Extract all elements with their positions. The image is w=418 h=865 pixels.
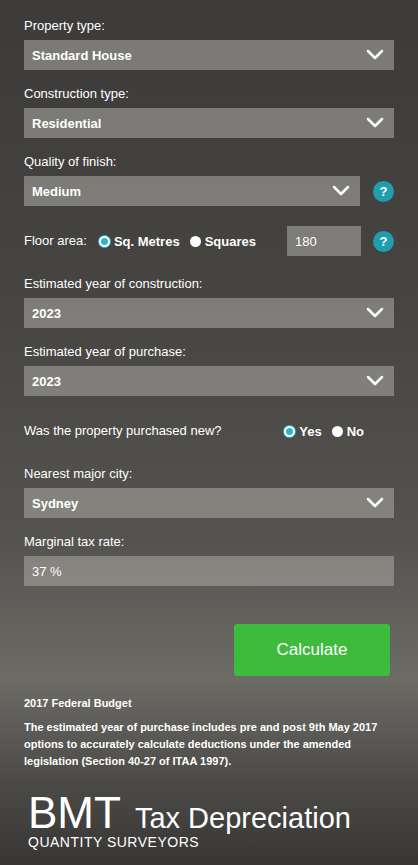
radio-dot[interactable] bbox=[99, 236, 110, 247]
field-label: Quality of finish: bbox=[24, 154, 394, 170]
radio-option[interactable]: Sq. Metres bbox=[99, 234, 180, 249]
field-label: Property type: bbox=[24, 18, 394, 34]
select-box[interactable]: 2023 bbox=[24, 298, 394, 328]
radio-dot[interactable] bbox=[284, 426, 295, 437]
chevron-down-icon bbox=[332, 185, 350, 197]
radio-dot[interactable] bbox=[190, 236, 201, 247]
note-body: The estimated year of purchase includes … bbox=[24, 719, 394, 770]
select-box[interactable]: 2023 bbox=[24, 366, 394, 396]
calculator-panel: Property type: Standard House Construction… bbox=[0, 0, 418, 865]
input-field: Marginal tax rate: 37 % bbox=[24, 534, 394, 586]
note-title: 2017 Federal Budget bbox=[24, 696, 394, 711]
select-field: Construction type: Residential bbox=[24, 86, 394, 138]
budget-note: 2017 Federal Budget The estimated year of… bbox=[24, 696, 394, 770]
select-field: Estimated year of purchase: 2023 bbox=[24, 344, 394, 396]
select-field: Property type: Standard House bbox=[24, 18, 394, 70]
radio-option[interactable]: Squares bbox=[190, 234, 256, 249]
field-label: Marginal tax rate: bbox=[24, 534, 394, 550]
chevron-down-icon bbox=[366, 375, 384, 387]
floor-area-input[interactable]: 180 bbox=[287, 226, 361, 256]
select-field: Nearest major city: Sydney bbox=[24, 466, 394, 518]
help-icon[interactable]: ? bbox=[373, 181, 394, 202]
field-label: Construction type: bbox=[24, 86, 394, 102]
depreciation-form: Property type: Standard House Construction… bbox=[24, 18, 394, 586]
field-label: Was the property purchased new? bbox=[24, 423, 222, 439]
select-box[interactable]: Residential bbox=[24, 108, 394, 138]
logo-tagline: QUANTITY SURVEYORS bbox=[28, 834, 394, 850]
floor-area-row: Floor area: Sq. Metres Squares 180? bbox=[24, 226, 394, 256]
chevron-down-icon bbox=[366, 117, 384, 129]
logo-brand: BMT bbox=[28, 790, 121, 836]
select-box[interactable]: Standard House bbox=[24, 40, 394, 70]
select-field: Estimated year of construction: 2023 bbox=[24, 276, 394, 328]
logo-name: Tax Depreciation bbox=[135, 802, 351, 835]
radio-group: Yes No bbox=[284, 424, 364, 439]
chevron-down-icon bbox=[366, 307, 384, 319]
select-box[interactable]: Sydney bbox=[24, 488, 394, 518]
field-label: Floor area: bbox=[24, 233, 87, 249]
help-icon[interactable]: ? bbox=[373, 231, 394, 252]
text-input[interactable]: 37 % bbox=[24, 556, 394, 586]
field-label: Nearest major city: bbox=[24, 466, 394, 482]
field-label: Estimated year of purchase: bbox=[24, 344, 394, 360]
field-label: Estimated year of construction: bbox=[24, 276, 394, 292]
radio-group: Sq. Metres Squares bbox=[99, 234, 256, 249]
chevron-down-icon bbox=[366, 497, 384, 509]
select-field: Quality of finish: Medium? bbox=[24, 154, 394, 206]
chevron-down-icon bbox=[366, 49, 384, 61]
radio-row: Was the property purchased new? Yes No bbox=[24, 416, 394, 446]
select-box[interactable]: Medium bbox=[24, 176, 360, 206]
radio-dot[interactable] bbox=[332, 426, 343, 437]
company-logo: BMT Tax DepreciationQUANTITY SURVEYORS bbox=[24, 790, 394, 850]
radio-option[interactable]: No bbox=[332, 424, 364, 439]
calculate-button[interactable]: Calculate bbox=[234, 624, 390, 676]
radio-option[interactable]: Yes bbox=[284, 424, 321, 439]
